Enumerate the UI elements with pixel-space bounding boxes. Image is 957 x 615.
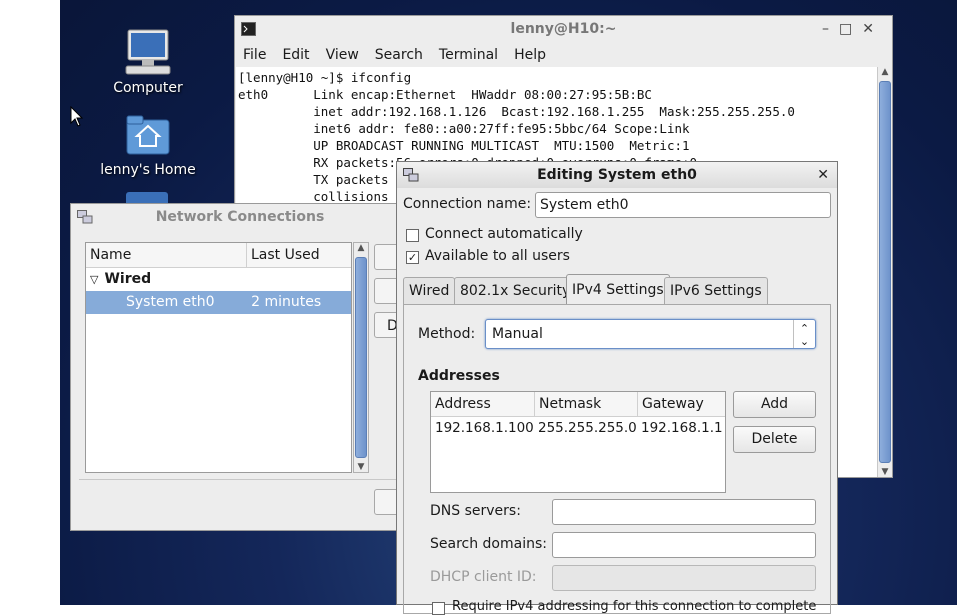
delete-address-button[interactable]: Delete — [733, 426, 816, 453]
method-value: Manual — [492, 326, 543, 342]
menu-search[interactable]: Search — [375, 47, 423, 63]
network-connections-titlebar[interactable]: Network Connections — [71, 204, 409, 230]
connect-automatically-label: Connect automatically — [425, 226, 583, 242]
desktop-icon-home[interactable]: lenny's Home — [88, 112, 208, 178]
scroll-down-icon[interactable]: ▼ — [878, 467, 892, 477]
desktop-icon-computer[interactable]: Computer — [88, 28, 208, 96]
terminal-scrollbar[interactable]: ▲ ▼ — [877, 67, 892, 477]
connections-scroll-thumb[interactable] — [355, 257, 367, 458]
network-icon — [77, 210, 93, 224]
terminal-line: eth0 Link encap:Ethernet HWaddr 08:00:27… — [238, 87, 652, 102]
editing-connection-dialog[interactable]: Editing System eth0 ✕ Connection name: S… — [396, 161, 838, 615]
tab-wired[interactable]: Wired — [403, 277, 456, 304]
terminal-title: lenny@H10:~ — [510, 21, 617, 37]
menu-terminal[interactable]: Terminal — [439, 47, 498, 63]
close-icon[interactable]: ✕ — [862, 21, 884, 37]
require-ipv4-checkbox[interactable] — [432, 602, 445, 615]
computer-icon — [125, 29, 171, 75]
connections-scrollbar[interactable]: ▲ ▼ — [353, 242, 369, 473]
desktop-icon-label: lenny's Home — [100, 162, 196, 178]
table-row[interactable]: System eth0 2 minutes ago — [86, 291, 351, 333]
netmask-cell[interactable]: 255.255.255.0 — [534, 417, 637, 440]
require-ipv4-label: Require IPv4 addressing for this connect… — [452, 599, 817, 614]
column-header-netmask[interactable]: Netmask — [535, 392, 638, 416]
tab-8021x-security[interactable]: 802.1x Security — [454, 277, 577, 304]
column-header-gateway[interactable]: Gateway — [638, 392, 722, 416]
search-domains-input[interactable] — [552, 532, 816, 558]
group-label: Wired — [104, 271, 152, 287]
dns-servers-label: DNS servers: — [430, 503, 521, 519]
scroll-up-icon[interactable]: ▲ — [878, 67, 892, 77]
scroll-down-icon[interactable]: ▼ — [354, 462, 368, 472]
network-icon — [403, 168, 419, 182]
addresses-table[interactable]: Address Netmask Gateway 192.168.1.100 25… — [430, 391, 726, 493]
check-mark-icon: ✓ — [407, 251, 418, 264]
dhcp-client-id-label: DHCP client ID: — [430, 569, 537, 585]
method-select[interactable]: Manual ⌃ ⌄ — [485, 319, 816, 349]
table-row[interactable]: 192.168.1.100 255.255.255.0 192.168.1.1 — [431, 417, 725, 440]
menu-view[interactable]: View — [326, 47, 359, 63]
terminal-line: inet addr:192.168.1.126 Bcast:192.168.1.… — [238, 104, 795, 119]
terminal-icon — [241, 22, 256, 36]
tree-group-wired[interactable]: ▽ Wired — [86, 268, 351, 291]
column-header-last-used[interactable]: Last Used — [247, 243, 350, 267]
tab-ipv4-settings[interactable]: IPv4 Settings — [566, 274, 670, 305]
terminal-scroll-thumb[interactable] — [879, 81, 891, 463]
terminal-menubar: File Edit View Search Terminal Help — [235, 42, 892, 68]
available-to-all-users-label: Available to all users — [425, 248, 570, 264]
column-header-address[interactable]: Address — [431, 392, 535, 416]
search-domains-label: Search domains: — [430, 536, 547, 552]
scroll-up-icon[interactable]: ▲ — [354, 243, 368, 253]
tab-ipv6-settings[interactable]: IPv6 Settings — [664, 277, 768, 304]
expander-icon[interactable]: ▽ — [90, 273, 98, 286]
connection-name-input[interactable]: System eth0 — [535, 192, 831, 218]
terminal-line: inet6 addr: fe80::a00:27ff:fe95:5bbc/64 … — [238, 121, 690, 136]
menu-edit[interactable]: Edit — [282, 47, 309, 63]
editing-dialog-titlebar[interactable]: Editing System eth0 ✕ — [397, 162, 837, 188]
terminal-titlebar[interactable]: lenny@H10:~ –□✕ — [235, 16, 892, 42]
terminal-line: [lenny@H10 ~]$ ifconfig — [238, 70, 412, 85]
terminal-line: UP BROADCAST RUNNING MULTICAST MTU:1500 … — [238, 138, 690, 153]
add-address-button[interactable]: Add — [733, 391, 816, 418]
menu-file[interactable]: File — [243, 47, 266, 63]
addresses-heading: Addresses — [418, 368, 500, 384]
network-connections-window[interactable]: Network Connections Name Last Used ▽ Wire… — [70, 203, 414, 531]
column-header-name[interactable]: Name — [86, 243, 247, 267]
connection-name: System eth0 — [126, 294, 215, 310]
connect-automatically-checkbox[interactable] — [406, 229, 419, 242]
minimize-icon[interactable]: – — [822, 21, 839, 37]
available-to-all-users-checkbox[interactable]: ✓ — [406, 251, 419, 264]
menu-help[interactable]: Help — [514, 47, 546, 63]
divider — [79, 479, 403, 480]
editing-dialog-title: Editing System eth0 — [537, 167, 697, 183]
network-connections-title: Network Connections — [155, 209, 325, 225]
method-label: Method: — [418, 326, 476, 342]
dns-servers-input[interactable] — [552, 499, 816, 525]
connection-last-used: 2 minutes ago — [251, 294, 322, 333]
mouse-cursor-icon — [70, 106, 84, 127]
gateway-cell[interactable]: 192.168.1.1 — [637, 417, 723, 440]
dhcp-client-id-input — [552, 565, 816, 591]
connection-name-label: Connection name: — [403, 196, 532, 212]
connections-tree[interactable]: Name Last Used ▽ Wired System eth0 2 minu… — [85, 242, 352, 473]
maximize-icon[interactable]: □ — [839, 21, 862, 37]
address-cell[interactable]: 192.168.1.100 — [431, 417, 534, 440]
chevron-updown-icon: ⌃ ⌄ — [793, 320, 815, 348]
home-folder-icon — [126, 115, 170, 155]
desktop-icon-label: Computer — [113, 80, 183, 96]
close-icon[interactable]: ✕ — [817, 162, 829, 188]
